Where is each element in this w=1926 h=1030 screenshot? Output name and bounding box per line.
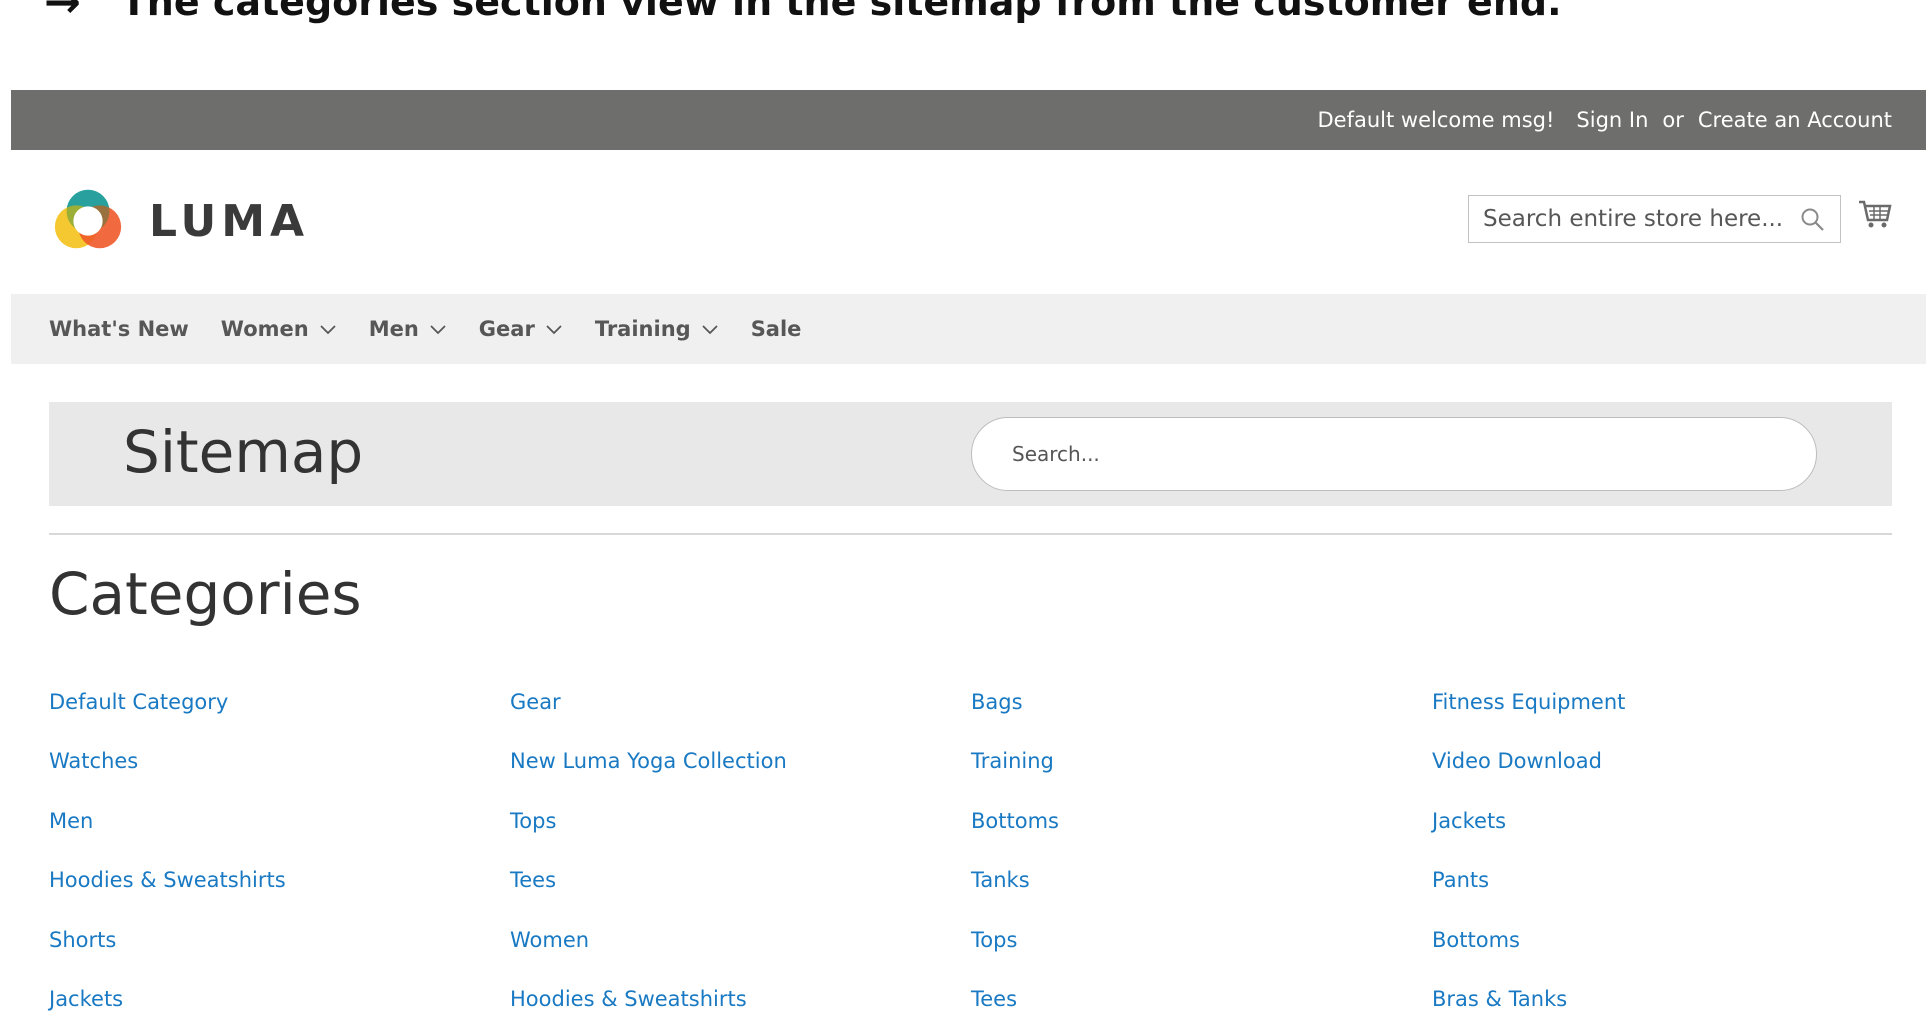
category-link[interactable]: Fitness Equipment [1432,690,1892,749]
category-link[interactable]: Watches [49,749,510,808]
nav-item-label: What's New [49,317,189,341]
categories-grid: Default Category Gear Bags Fitness Equipmen… [49,690,1892,1030]
category-link[interactable]: Jackets [49,987,510,1030]
header: LUMA [11,150,1926,294]
category-link[interactable]: Tees [971,987,1432,1030]
nav-item-label: Training [594,317,691,341]
nav-item-gear[interactable]: Gear [479,317,563,341]
nav-item-what-s-new[interactable]: What's New [49,317,189,341]
sitemap-banner: Sitemap [49,402,1892,506]
nav-item-label: Women [220,317,309,341]
caption: → The categories section view in the sit… [44,0,1562,28]
category-link[interactable]: Men [49,809,510,868]
nav-item-sale[interactable]: Sale [751,317,802,341]
caption-text: The categories section view in the sitem… [120,0,1562,24]
arrow-icon: → [44,0,81,28]
category-link[interactable]: Bottoms [1432,928,1892,987]
category-link[interactable]: Pants [1432,868,1892,927]
chevron-down-icon [320,325,336,335]
nav-item-label: Sale [750,317,802,341]
category-link[interactable]: Tees [510,868,971,927]
category-link[interactable]: Hoodies & Sweatshirts [510,987,971,1030]
categories-title: Categories [49,560,362,628]
category-link[interactable]: Training [971,749,1432,808]
category-link[interactable]: Hoodies & Sweatshirts [49,868,510,927]
category-link[interactable]: Bras & Tanks [1432,987,1892,1030]
category-link[interactable]: Women [510,928,971,987]
category-link[interactable]: Bottoms [971,809,1432,868]
category-link[interactable]: New Luma Yoga Collection [510,749,971,808]
category-link[interactable]: Bags [971,690,1432,749]
category-link[interactable]: Shorts [49,928,510,987]
welcome-message: Default welcome msg! [1317,108,1555,132]
category-link[interactable]: Video Download [1432,749,1892,808]
nav-item-training[interactable]: Training [595,317,719,341]
logo-text: LUMA [149,195,310,247]
search-icon[interactable] [1800,207,1826,233]
logo[interactable]: LUMA [49,182,309,260]
main-nav: What's New Women Men Gear Training Sale [11,294,1926,364]
category-link[interactable]: Jackets [1432,809,1892,868]
sitemap-search-input[interactable] [1012,442,1772,466]
nav-item-men[interactable]: Men [369,317,447,341]
create-account-link[interactable]: Create an Account [1698,108,1892,132]
top-bar: Default welcome msg! Sign In or Create a… [11,90,1926,150]
luma-logo-icon [54,189,122,249]
nav-item-label: Men [368,317,419,341]
category-link[interactable]: Tops [510,809,971,868]
category-link[interactable]: Default Category [49,690,510,749]
category-link[interactable]: Tops [971,928,1432,987]
chevron-down-icon [546,325,562,335]
page-title: Sitemap [123,418,364,486]
sitemap-search-box [971,417,1817,491]
divider [49,533,1892,535]
chevron-down-icon [430,325,446,335]
nav-item-women[interactable]: Women [221,317,337,341]
category-link[interactable]: Tanks [971,868,1432,927]
or-text: or [1662,108,1684,132]
store-search-box [1468,195,1841,243]
store-page: Default welcome msg! Sign In or Create a… [11,90,1926,1030]
chevron-down-icon [702,325,718,335]
cart-icon[interactable] [1857,196,1893,232]
sign-in-link[interactable]: Sign In [1576,108,1648,132]
store-search-input[interactable] [1483,206,1783,232]
category-link[interactable]: Gear [510,690,971,749]
nav-item-label: Gear [478,317,535,341]
